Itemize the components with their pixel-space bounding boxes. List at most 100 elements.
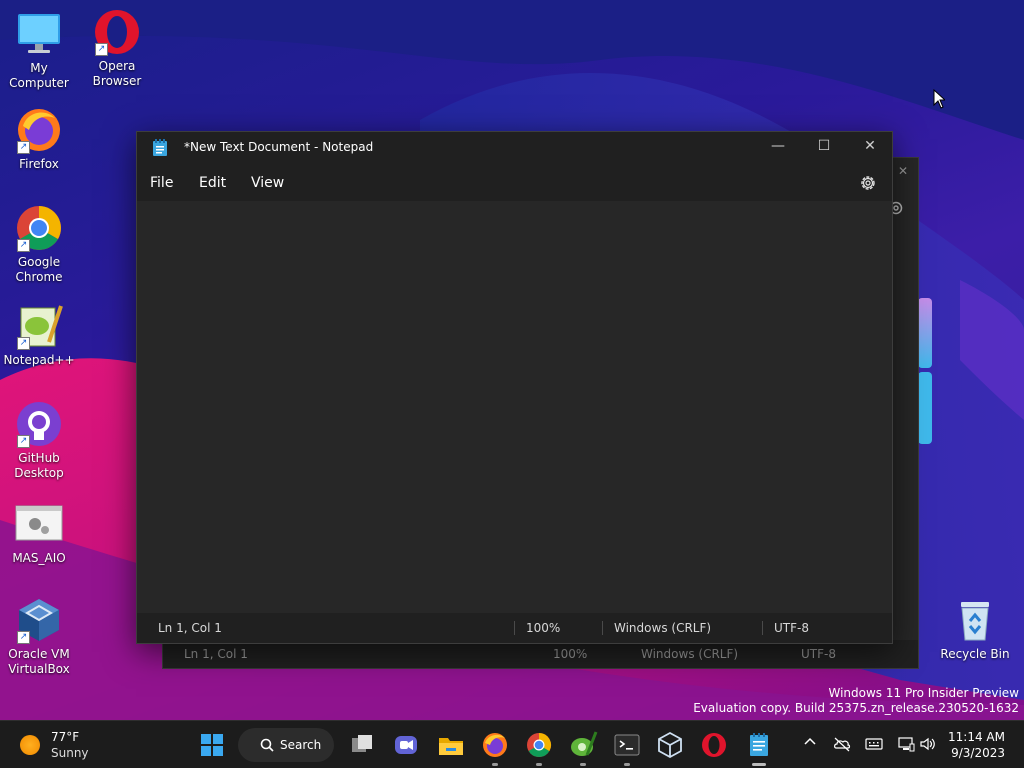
keyboard-icon[interactable] bbox=[865, 735, 883, 753]
virtualbox-icon: ↗ bbox=[15, 596, 63, 644]
desktop-icon-label: Opera bbox=[98, 59, 136, 73]
opera-icon: ↗ bbox=[93, 8, 141, 56]
shortcut-arrow-icon: ↗ bbox=[17, 337, 30, 350]
notepad-icon bbox=[153, 139, 167, 156]
window-title: *New Text Document - Notepad bbox=[184, 140, 374, 154]
task-view-icon bbox=[352, 735, 372, 752]
desktop-icon-opera[interactable]: ↗ Opera Browser bbox=[78, 8, 156, 89]
desktop-icon-label: Recycle Bin bbox=[940, 647, 1010, 661]
close-button[interactable]: ✕ bbox=[847, 132, 893, 162]
desktop-icon-recycle-bin[interactable]: Recycle Bin bbox=[936, 596, 1014, 662]
mouse-cursor-icon bbox=[933, 88, 947, 113]
search-button[interactable]: Search bbox=[238, 728, 334, 762]
chrome-icon bbox=[527, 733, 552, 758]
search-icon bbox=[260, 738, 274, 752]
text-editor-area[interactable] bbox=[137, 201, 892, 613]
chrome-icon: ↗ bbox=[15, 204, 63, 252]
task-view-button[interactable] bbox=[346, 729, 378, 761]
taskbar-opera[interactable] bbox=[698, 729, 730, 761]
desktop-icon-label: MAS_AIO bbox=[12, 551, 66, 565]
shortcut-arrow-icon: ↗ bbox=[17, 435, 30, 448]
status-separator bbox=[762, 621, 763, 635]
windows-watermark: Windows 11 Pro Insider Preview Evaluatio… bbox=[693, 686, 1019, 716]
settings-icon[interactable] bbox=[858, 173, 878, 193]
clock-date: 9/3/2023 bbox=[951, 746, 1005, 760]
tray-overflow-chevron-icon[interactable] bbox=[801, 735, 819, 753]
status-separator bbox=[602, 621, 603, 635]
taskbar-file-explorer[interactable] bbox=[435, 729, 467, 761]
taskbar-teams[interactable] bbox=[390, 729, 422, 761]
minimize-button[interactable]: — bbox=[755, 132, 801, 162]
desktop-icon-github[interactable]: ↗ GitHub Desktop bbox=[0, 400, 78, 481]
status-position: Ln 1, Col 1 bbox=[184, 647, 248, 661]
desktop-icon-notepadpp[interactable]: ↗ Notepad++ bbox=[0, 302, 78, 368]
chat-icon bbox=[395, 736, 417, 754]
shortcut-arrow-icon: ↗ bbox=[17, 239, 30, 252]
menu-view[interactable]: View bbox=[251, 175, 284, 191]
desktop-icon-label: Browser bbox=[92, 74, 142, 88]
taskbar-chrome[interactable] bbox=[523, 729, 555, 766]
desktop-icon-virtualbox[interactable]: ↗ Oracle VM VirtualBox bbox=[0, 596, 78, 677]
desktop-icon-chrome[interactable]: ↗ Google Chrome bbox=[0, 204, 78, 285]
taskbar-terminal[interactable] bbox=[611, 729, 643, 766]
watermark-line: Evaluation copy. Build 25375.zn_release.… bbox=[693, 701, 1019, 715]
status-bar: Ln 1, Col 1 100% Windows (CRLF) UTF-8 bbox=[137, 613, 892, 643]
watermark-line: Windows 11 Pro Insider Preview bbox=[828, 686, 1019, 700]
desktop-icon-firefox[interactable]: ↗ Firefox bbox=[0, 106, 78, 172]
github-icon: ↗ bbox=[15, 400, 63, 448]
taskbar: 77°F Sunny Search 11:14 AM 9/3/2023 bbox=[0, 720, 1024, 768]
desktop-icon-label: Desktop bbox=[14, 466, 64, 480]
taskbar-firefox[interactable] bbox=[479, 729, 511, 766]
status-zoom: 100% bbox=[526, 621, 561, 635]
weather-condition: Sunny bbox=[51, 746, 89, 760]
firefox-icon bbox=[483, 733, 507, 757]
status-encoding: UTF-8 bbox=[801, 647, 836, 661]
desktop-icon-label: My Computer bbox=[9, 61, 69, 90]
network-icon[interactable] bbox=[897, 735, 915, 753]
status-separator bbox=[514, 621, 515, 635]
status-zoom: 100% bbox=[553, 647, 588, 661]
desktop-icon-my-computer[interactable]: My Computer bbox=[0, 10, 78, 91]
system-clock[interactable]: 11:14 AM 9/3/2023 bbox=[948, 729, 1005, 761]
running-indicator bbox=[624, 763, 630, 766]
menu-bar: File Edit View bbox=[137, 170, 892, 198]
virtualbox-icon bbox=[658, 731, 682, 759]
running-indicator bbox=[580, 763, 586, 766]
desktop-icon-label: Oracle VM bbox=[8, 647, 70, 661]
taskbar-virtualbox[interactable] bbox=[654, 729, 686, 761]
menu-file[interactable]: File bbox=[150, 175, 173, 191]
status-bar: Ln 1, Col 1 100% Windows (CRLF) UTF-8 bbox=[163, 640, 918, 668]
desktop-icon-label: Google bbox=[17, 255, 61, 269]
taskbar-notepad[interactable] bbox=[743, 729, 775, 766]
desktop-icon-mas-aio[interactable]: MAS_AIO bbox=[0, 500, 78, 566]
onedrive-icon[interactable] bbox=[833, 735, 851, 753]
desktop-icon-label: Firefox bbox=[19, 157, 59, 171]
notepad-window[interactable]: *New Text Document - Notepad — ☐ ✕ File … bbox=[136, 131, 893, 644]
maximize-button[interactable]: ☐ bbox=[801, 132, 847, 162]
search-label: Search bbox=[280, 738, 322, 752]
batch-file-icon bbox=[15, 500, 63, 548]
windows-logo-icon bbox=[201, 734, 223, 756]
title-bar[interactable]: *New Text Document - Notepad — ☐ ✕ bbox=[137, 132, 892, 162]
start-button[interactable] bbox=[196, 729, 228, 761]
opera-icon bbox=[702, 733, 726, 757]
volume-icon[interactable] bbox=[919, 735, 937, 753]
running-indicator bbox=[492, 763, 498, 766]
weather-temp: 77°F bbox=[51, 730, 80, 744]
close-icon[interactable]: ✕ bbox=[898, 164, 908, 178]
shortcut-arrow-icon: ↗ bbox=[17, 141, 30, 154]
terminal-icon bbox=[614, 734, 640, 756]
desktop-icon-label: VirtualBox bbox=[8, 662, 70, 676]
clock-time: 11:14 AM bbox=[948, 730, 1005, 744]
status-line-ending: Windows (CRLF) bbox=[614, 621, 712, 635]
status-position: Ln 1, Col 1 bbox=[158, 621, 222, 635]
active-indicator bbox=[752, 763, 766, 766]
status-line-ending: Windows (CRLF) bbox=[641, 647, 739, 661]
menu-edit[interactable]: Edit bbox=[199, 175, 226, 191]
desktop-icon-label: Notepad++ bbox=[3, 353, 75, 367]
recycle-bin-icon bbox=[951, 596, 999, 644]
desktop-icon-label: GitHub bbox=[18, 451, 60, 465]
firefox-icon: ↗ bbox=[15, 106, 63, 154]
monitor-icon bbox=[15, 10, 63, 58]
taskbar-notepadpp[interactable] bbox=[567, 729, 599, 766]
